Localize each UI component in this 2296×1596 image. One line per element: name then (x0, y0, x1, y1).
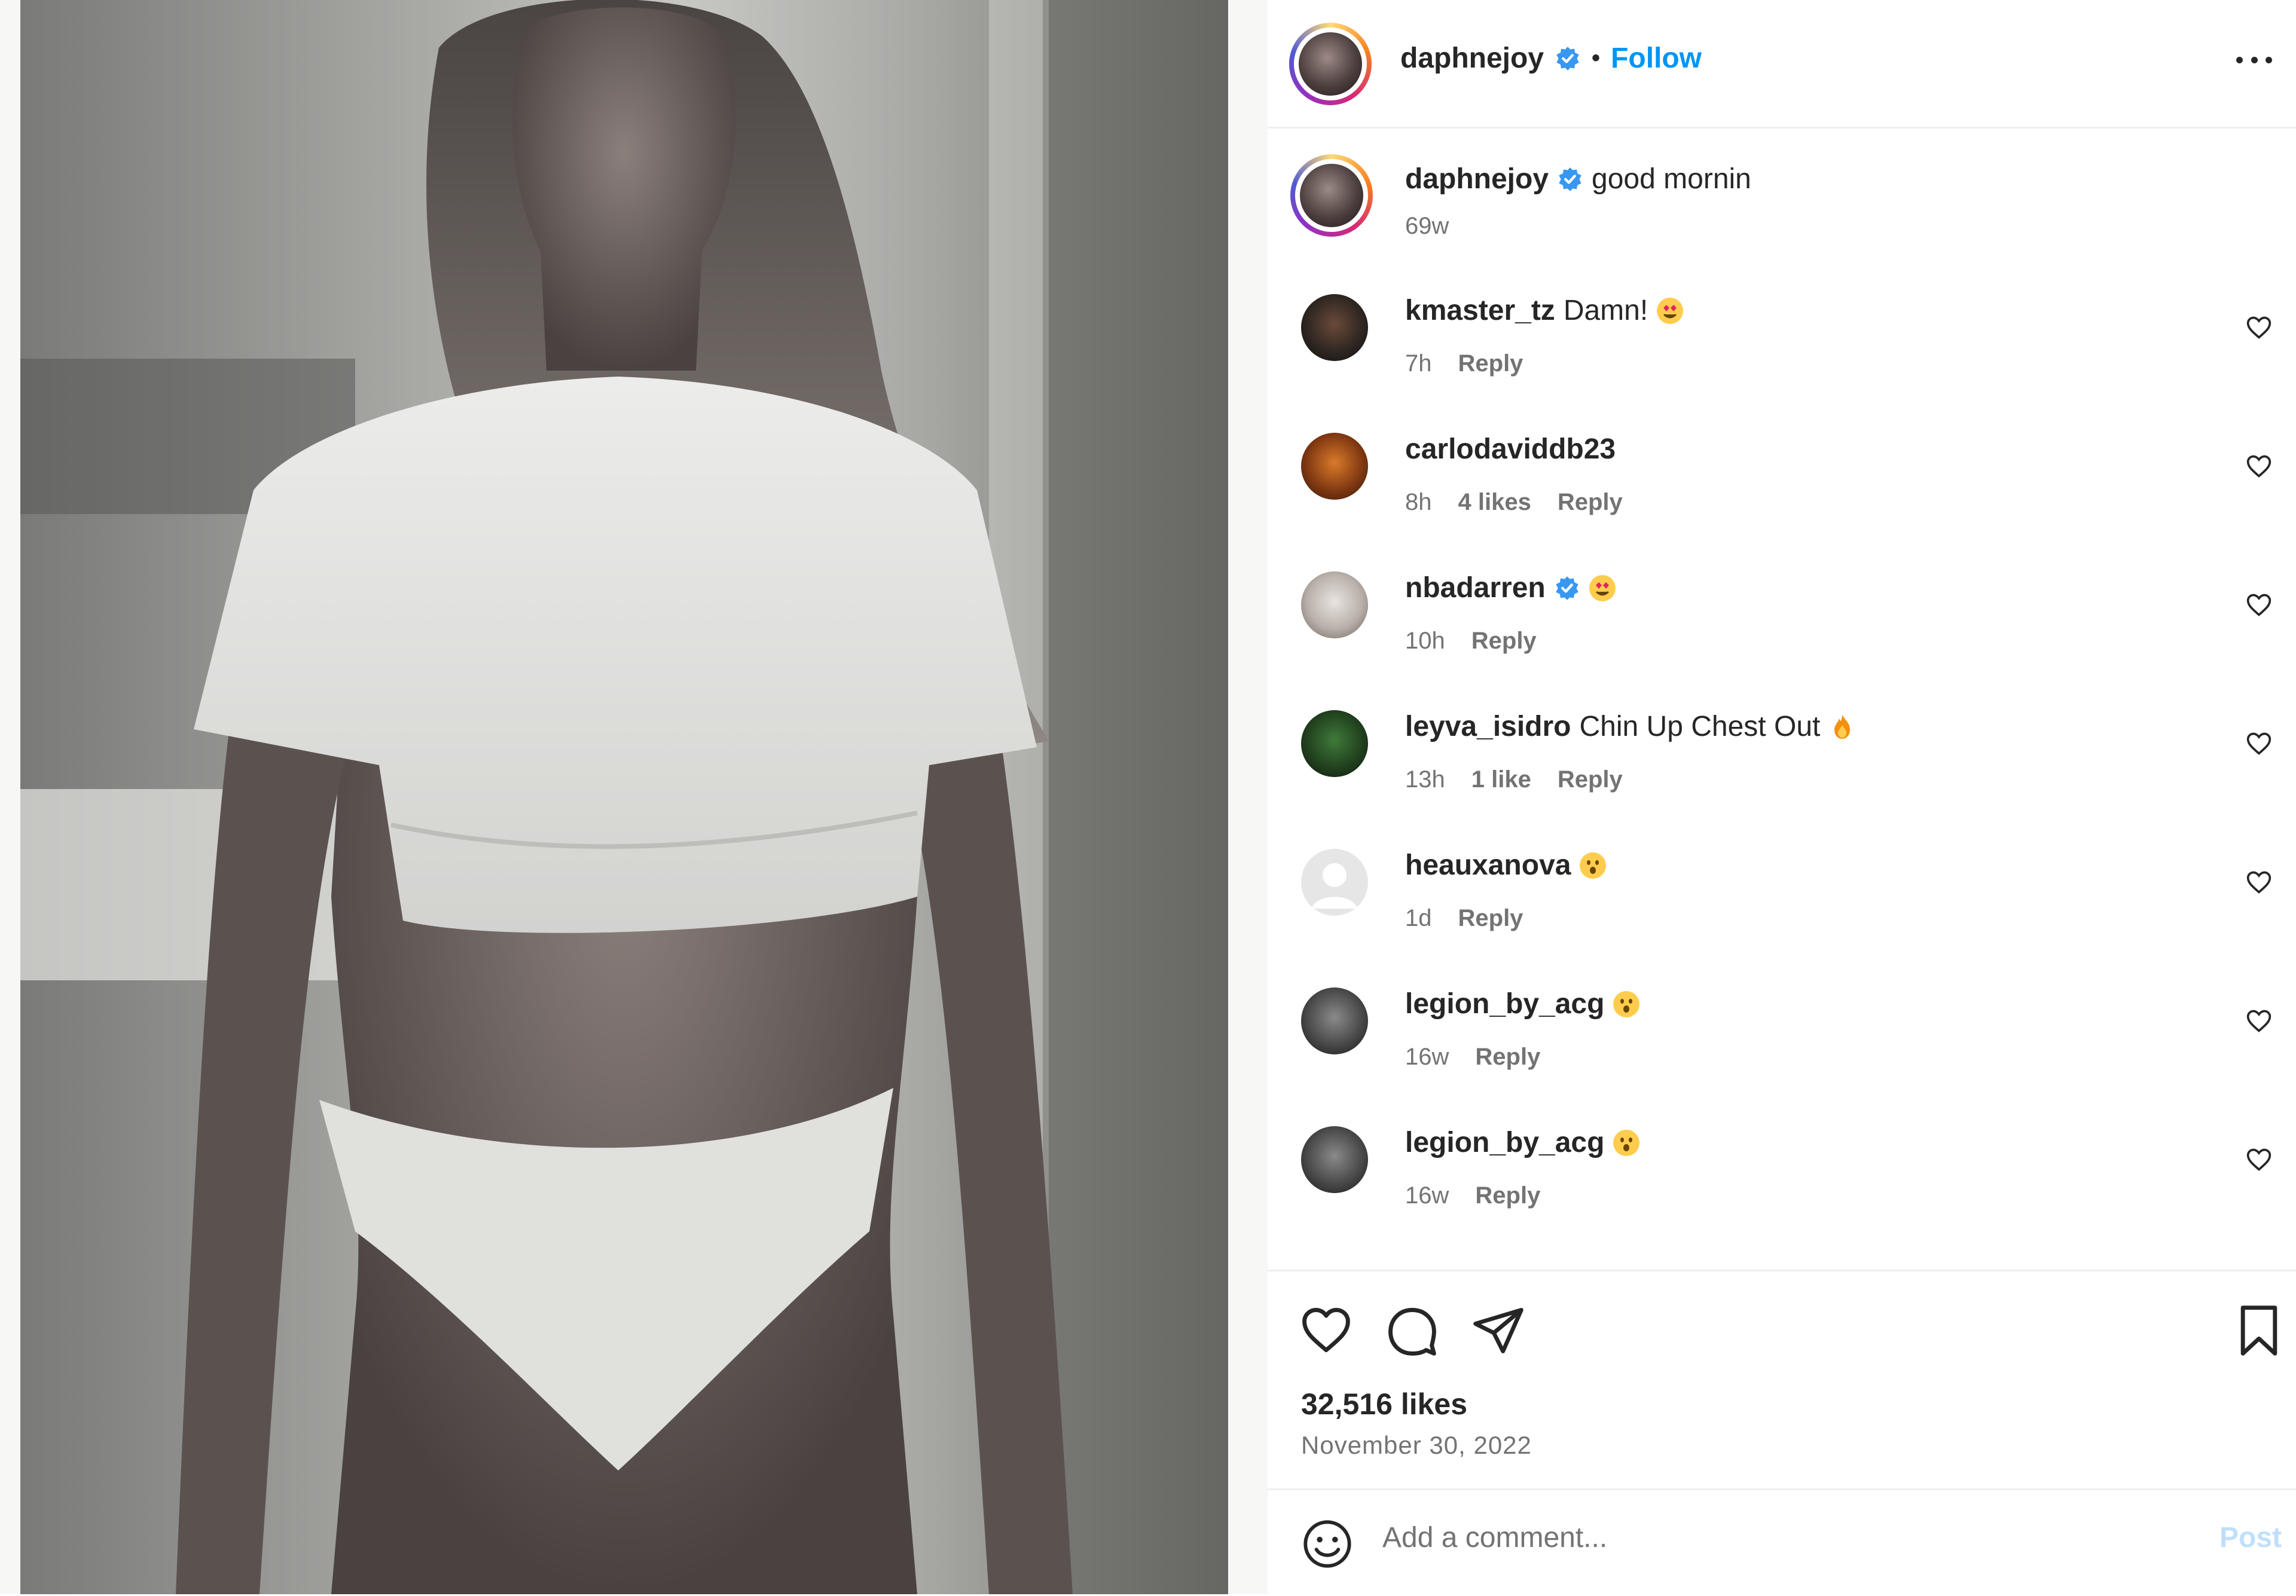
comment-age: 16w (1405, 1182, 1449, 1209)
post-photo (20, 0, 1228, 1594)
post-sidebar: daphnejoy • Follow daphnejoy good mornin… (1268, 0, 2296, 1594)
caption-age: 69w (1405, 213, 1449, 239)
comment-like-heart-icon[interactable] (2246, 1146, 2272, 1173)
comment-age: 13h (1405, 766, 1445, 793)
post-header: daphnejoy • Follow (1268, 0, 2296, 129)
comment-like-heart-icon[interactable] (2246, 314, 2272, 341)
comment-like-heart-icon[interactable] (2246, 592, 2272, 618)
comment-like-heart-icon[interactable] (2246, 869, 2272, 895)
comment-likes[interactable]: 4 likes (1458, 489, 1531, 516)
comment-line: leyva_isidro Chin Up Chest Out (1405, 710, 1856, 743)
comment-like-heart-icon[interactable] (2246, 453, 2272, 479)
comment-likes[interactable]: 1 like (1471, 766, 1531, 793)
comment-age: 1d (1405, 905, 1432, 931)
reply-button[interactable]: Reply (1558, 766, 1623, 793)
comment-line: nbadarren (1405, 571, 1616, 604)
comment-like-heart-icon[interactable] (2246, 1008, 2272, 1034)
comment-bubble-icon[interactable] (1385, 1303, 1440, 1358)
comment-composer: Add a comment... Post (1268, 1488, 2296, 1596)
comment-username[interactable]: carlodaviddb23 (1405, 433, 1616, 466)
comment-username[interactable]: heauxanova (1405, 849, 1571, 882)
commenter-avatar[interactable] (1301, 710, 1368, 777)
comment-meta: 10h Reply (1405, 628, 1537, 655)
comment-age: 7h (1405, 350, 1432, 377)
fire-emoji-icon (1834, 714, 1851, 739)
reply-button[interactable]: Reply (1475, 1182, 1540, 1209)
comment-input[interactable]: Add a comment... (1382, 1521, 1607, 1554)
comment-line: kmaster_tz Damn! (1405, 294, 1684, 327)
caption-username[interactable]: daphnejoy (1405, 163, 1549, 195)
caption-line: daphnejoy good mornin (1405, 163, 1751, 195)
reply-button[interactable]: Reply (1475, 1044, 1540, 1071)
post-date: November 30, 2022 (1301, 1431, 1532, 1459)
reply-button[interactable]: Reply (1458, 350, 1523, 377)
commenter-avatar[interactable] (1301, 571, 1368, 638)
comment-meta: 1d Reply (1405, 905, 1523, 932)
verified-badge-icon (1559, 167, 1581, 191)
reply-button[interactable]: Reply (1458, 905, 1523, 932)
commenter-avatar[interactable] (1301, 433, 1368, 500)
default-avatar-icon[interactable] (1301, 849, 1368, 916)
comment-meta: 7h Reply (1405, 350, 1523, 377)
comment-text: Damn! (1563, 295, 1648, 326)
commenter-avatar[interactable] (1301, 294, 1368, 361)
comment-line: legion_by_acg (1405, 1126, 1640, 1159)
bookmark-icon[interactable] (2231, 1303, 2286, 1358)
comment-meta: 8h 4 likes Reply (1405, 489, 1623, 516)
comment-username[interactable]: nbadarren (1405, 571, 1546, 604)
caption-avatar[interactable] (1290, 154, 1373, 237)
caption-text: good mornin (1592, 163, 1751, 195)
heart-eyes-emoji-icon (1657, 297, 1684, 324)
verified-badge-icon (1556, 46, 1579, 71)
more-options-icon[interactable] (2236, 48, 2272, 72)
smiley-icon[interactable] (1301, 1518, 1354, 1570)
heart-icon[interactable] (1299, 1303, 1354, 1358)
paper-plane-icon[interactable] (1471, 1303, 1526, 1358)
comment-age: 16w (1405, 1044, 1449, 1070)
surprised-emoji-icon (1613, 1129, 1640, 1156)
author-avatar[interactable] (1289, 23, 1372, 105)
reply-button[interactable]: Reply (1471, 628, 1537, 655)
comment-username[interactable]: legion_by_acg (1405, 987, 1604, 1020)
surprised-emoji-icon (1613, 990, 1640, 1017)
header-username[interactable]: daphnejoy (1400, 42, 1544, 75)
post-media[interactable] (0, 0, 1268, 1594)
comment-age: 8h (1405, 489, 1432, 515)
comment-line: legion_by_acg (1405, 987, 1640, 1020)
likes-count[interactable]: 32,516 likes (1301, 1387, 1467, 1421)
commenter-avatar[interactable] (1301, 1126, 1368, 1193)
comment-line: carlodaviddb23 (1405, 433, 1616, 466)
post-comment-button[interactable]: Post (2219, 1521, 2282, 1554)
comment-text: Chin Up Chest Out (1579, 711, 1821, 742)
verified-badge-icon (1556, 576, 1578, 600)
reply-button[interactable]: Reply (1558, 489, 1623, 516)
header-author-line: daphnejoy • Follow (1400, 42, 1702, 75)
separator-dot: • (1592, 45, 1601, 71)
surprised-emoji-icon (1580, 852, 1607, 879)
instagram-post-view: daphnejoy • Follow daphnejoy good mornin… (0, 0, 2296, 1594)
comment-meta: 16w Reply (1405, 1182, 1540, 1209)
comment-like-heart-icon[interactable] (2246, 730, 2272, 757)
comment-username[interactable]: kmaster_tz (1405, 294, 1555, 327)
commenter-avatar[interactable] (1301, 987, 1368, 1054)
follow-button[interactable]: Follow (1611, 42, 1702, 75)
heart-eyes-emoji-icon (1589, 574, 1616, 601)
comment-line: heauxanova (1405, 849, 1607, 882)
caption-meta: 69w (1405, 213, 1449, 240)
comment-username[interactable]: leyva_isidro (1405, 710, 1571, 743)
comment-age: 10h (1405, 628, 1445, 654)
comment-meta: 16w Reply (1405, 1044, 1540, 1071)
comment-username[interactable]: legion_by_acg (1405, 1126, 1604, 1159)
comment-meta: 13h 1 like Reply (1405, 766, 1623, 793)
